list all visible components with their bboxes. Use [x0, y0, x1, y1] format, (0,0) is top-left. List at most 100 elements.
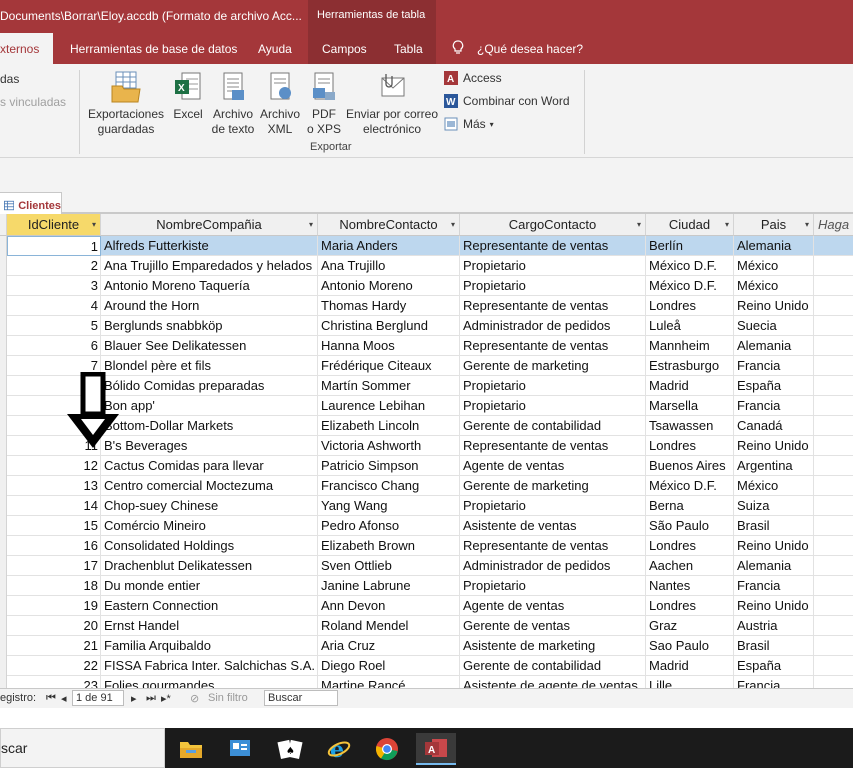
- cell-pais[interactable]: México: [734, 256, 814, 276]
- cell-pais[interactable]: Brasil: [734, 516, 814, 536]
- cell-cargocontacto[interactable]: Agente de ventas: [460, 456, 646, 476]
- cell-nombrecompania[interactable]: Comércio Mineiro: [101, 516, 318, 536]
- tab-ayuda[interactable]: Ayuda: [258, 42, 292, 56]
- cell-nombrecompania[interactable]: Berglunds snabbköp: [101, 316, 318, 336]
- cell-add-field[interactable]: [814, 656, 853, 676]
- cell-idcliente[interactable]: 15: [7, 516, 101, 536]
- cell-add-field[interactable]: [814, 416, 853, 436]
- cell-pais[interactable]: Brasil: [734, 636, 814, 656]
- table-row[interactable]: 7 Blondel père et fils Frédérique Citeaux G…: [0, 356, 853, 376]
- combinar-word-button[interactable]: W Combinar con Word: [443, 93, 570, 109]
- cell-pais[interactable]: Argentina: [734, 456, 814, 476]
- cell-ciudad[interactable]: Mannheim: [646, 336, 734, 356]
- table-row[interactable]: 8Bólido Comidas preparadasMartín SommerP…: [0, 376, 853, 396]
- cell-add-field[interactable]: [814, 316, 853, 336]
- cell-nombrecontacto[interactable]: Diego Roel: [318, 656, 460, 676]
- cell-cargocontacto[interactable]: Propietario: [460, 576, 646, 596]
- cell-add-field[interactable]: [814, 576, 853, 596]
- cell-nombrecontacto[interactable]: Martín Sommer: [318, 376, 460, 396]
- cell-nombrecontacto[interactable]: Thomas Hardy: [318, 296, 460, 316]
- cell-nombrecontacto[interactable]: Hanna Moos: [318, 336, 460, 356]
- column-header-nombrecontacto[interactable]: NombreContacto ▾: [318, 214, 460, 236]
- select-all-corner[interactable]: [0, 214, 7, 236]
- cell-ciudad[interactable]: Marsella: [646, 396, 734, 416]
- row-selector[interactable]: [0, 396, 7, 416]
- last-record-button[interactable]: ⏭: [146, 692, 156, 705]
- cell-pais[interactable]: Canadá: [734, 416, 814, 436]
- cell-cargocontacto[interactable]: Propietario: [460, 276, 646, 296]
- cell-nombrecompania[interactable]: Ana Trujillo Emparedados y helados: [101, 256, 318, 276]
- cell-nombrecompania[interactable]: Around the Horn: [101, 296, 318, 316]
- ribbon-left-top[interactable]: das: [0, 72, 19, 86]
- tab-tabla[interactable]: Tabla: [394, 42, 423, 56]
- record-position-input[interactable]: 1 de 91: [72, 690, 124, 706]
- row-selector[interactable]: [0, 296, 7, 316]
- row-selector[interactable]: [0, 636, 7, 656]
- cell-ciudad[interactable]: São Paulo: [646, 516, 734, 536]
- cell-cargocontacto[interactable]: Propietario: [460, 496, 646, 516]
- excel-export-button[interactable]: X Excel: [170, 70, 206, 122]
- column-header-add-field[interactable]: Haga: [814, 214, 853, 236]
- cell-cargocontacto[interactable]: Administrador de pedidos: [460, 316, 646, 336]
- cell-idcliente[interactable]: 18: [7, 576, 101, 596]
- cell-idcliente[interactable]: 22: [7, 656, 101, 676]
- cell-nombrecompania[interactable]: Blauer See Delikatessen: [101, 336, 318, 356]
- cell-pais[interactable]: Suecia: [734, 316, 814, 336]
- cell-nombrecompania[interactable]: FISSA Fabrica Inter. Salchichas S.A.: [101, 656, 318, 676]
- table-row[interactable]: 22 FISSA Fabrica Inter. Salchichas S.A. Di…: [0, 656, 853, 676]
- table-row[interactable]: 2 Ana Trujillo Emparedados y helados Ana T…: [0, 256, 853, 276]
- cell-ciudad[interactable]: Estrasburgo: [646, 356, 734, 376]
- cell-nombrecompania[interactable]: Bottom-Dollar Markets: [101, 416, 318, 436]
- cell-ciudad[interactable]: México D.F.: [646, 276, 734, 296]
- cell-pais[interactable]: Francia: [734, 676, 814, 688]
- cell-cargocontacto[interactable]: Representante de ventas: [460, 536, 646, 556]
- table-row[interactable]: 5 Berglunds snabbköp Christina Berglund Adm…: [0, 316, 853, 336]
- cell-idcliente[interactable]: 14: [7, 496, 101, 516]
- cell-pais[interactable]: México: [734, 476, 814, 496]
- cell-cargocontacto[interactable]: Gerente de contabilidad: [460, 416, 646, 436]
- row-selector[interactable]: [0, 496, 7, 516]
- row-selector[interactable]: [0, 256, 7, 276]
- cell-idcliente[interactable]: 13: [7, 476, 101, 496]
- previous-record-button[interactable]: ◂: [61, 692, 67, 705]
- cell-add-field[interactable]: [814, 496, 853, 516]
- cell-nombrecontacto[interactable]: Pedro Afonso: [318, 516, 460, 536]
- cell-ciudad[interactable]: Graz: [646, 616, 734, 636]
- cell-nombrecontacto[interactable]: Victoria Ashworth: [318, 436, 460, 456]
- pdf-xps-button[interactable]: PDF o XPS: [304, 70, 344, 137]
- cell-add-field[interactable]: [814, 676, 853, 688]
- cell-nombrecontacto[interactable]: Elizabeth Lincoln: [318, 416, 460, 436]
- row-selector[interactable]: [0, 556, 7, 576]
- row-selector[interactable]: [0, 456, 7, 476]
- cell-idcliente[interactable]: 4: [7, 296, 101, 316]
- cell-idcliente[interactable]: 20: [7, 616, 101, 636]
- table-row[interactable]: 15 Comércio Mineiro Pedro Afonso Asistente …: [0, 516, 853, 536]
- cell-nombrecompania[interactable]: Chop-suey Chinese: [101, 496, 318, 516]
- column-filter-dropdown-icon[interactable]: ▾: [309, 214, 313, 236]
- mas-button[interactable]: Más ▾: [443, 116, 494, 132]
- cell-idcliente[interactable]: 19: [7, 596, 101, 616]
- cell-nombrecompania[interactable]: Bon app': [101, 396, 318, 416]
- table-row[interactable]: 13 Centro comercial Moctezuma Francisco Ch…: [0, 476, 853, 496]
- cell-nombrecontacto[interactable]: Frédérique Citeaux: [318, 356, 460, 376]
- cell-nombrecompania[interactable]: Ernst Handel: [101, 616, 318, 636]
- cell-pais[interactable]: España: [734, 376, 814, 396]
- cell-idcliente[interactable]: 5: [7, 316, 101, 336]
- row-selector[interactable]: [0, 516, 7, 536]
- table-row[interactable]: 9Bon app'Laurence LebihanPropietarioMars…: [0, 396, 853, 416]
- new-record-button[interactable]: ▸*: [161, 692, 171, 705]
- cell-nombrecompania[interactable]: Alfreds Futterkiste: [101, 236, 318, 256]
- row-selector[interactable]: [0, 536, 7, 556]
- table-row[interactable]: 12 Cactus Comidas para llevar Patricio Sim…: [0, 456, 853, 476]
- cell-add-field[interactable]: [814, 296, 853, 316]
- next-record-button[interactable]: ▸: [131, 692, 137, 705]
- column-header-cargocontacto[interactable]: CargoContacto ▾: [460, 214, 646, 236]
- cell-add-field[interactable]: [814, 556, 853, 576]
- taskbar-search[interactable]: scar: [0, 728, 165, 768]
- cell-pais[interactable]: Francia: [734, 356, 814, 376]
- cell-ciudad[interactable]: Nantes: [646, 576, 734, 596]
- cell-nombrecompania[interactable]: Drachenblut Delikatessen: [101, 556, 318, 576]
- cell-cargocontacto[interactable]: Gerente de marketing: [460, 356, 646, 376]
- cell-pais[interactable]: Austria: [734, 616, 814, 636]
- table-row[interactable]: 3 Antonio Moreno Taquería Antonio Moreno Pr…: [0, 276, 853, 296]
